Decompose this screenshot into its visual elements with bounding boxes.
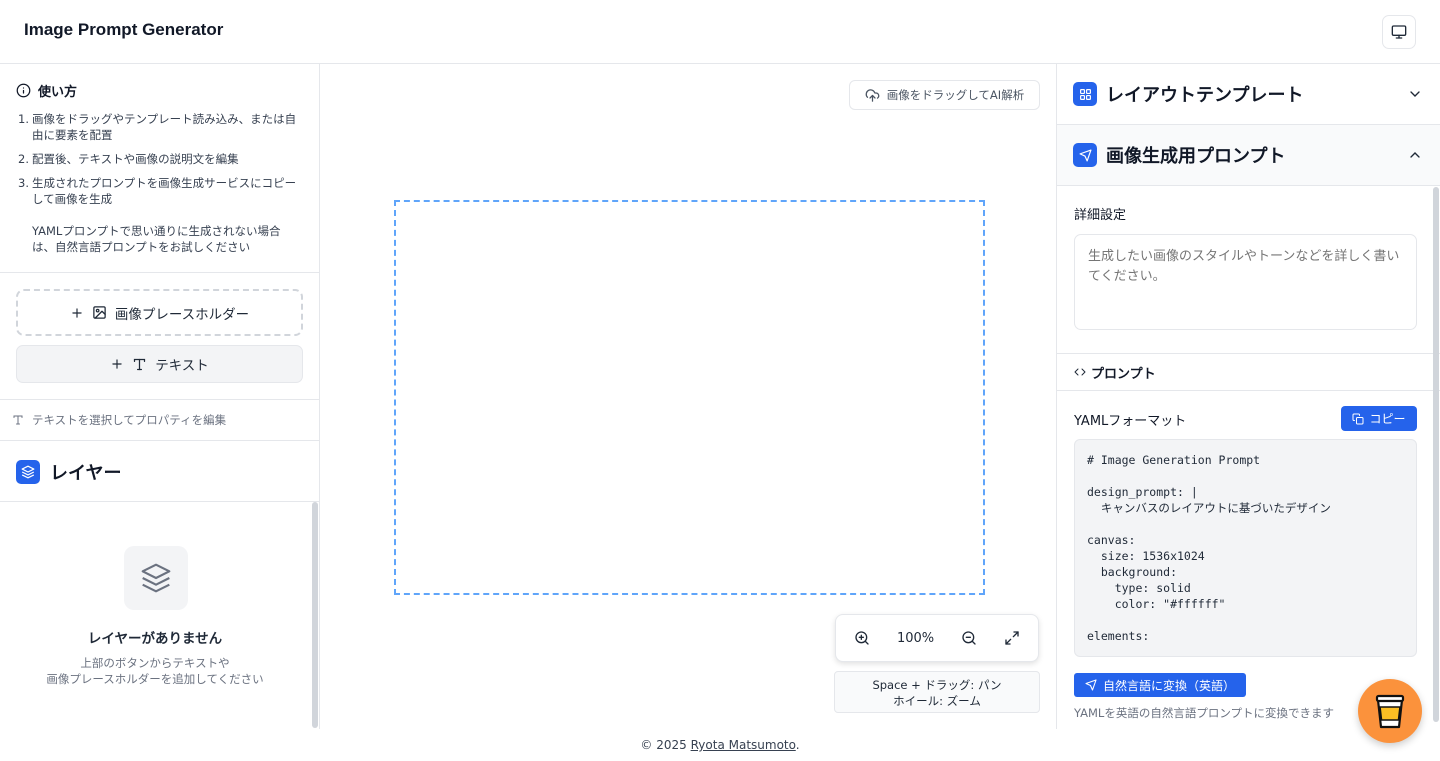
howto-step: 3. 生成されたプロンプトを画像生成サービスにコピーして画像を生成 (18, 175, 303, 207)
prompt-tab[interactable]: プロンプト (1057, 353, 1440, 391)
howto-section: 使い方 1. 画像をドラッグやテンプレート読み込み、または自由に要素を配置 2.… (0, 64, 319, 273)
app-title: Image Prompt Generator (24, 20, 224, 39)
canvas-help-zoom: ホイール: ズーム (893, 694, 981, 708)
howto-step-text: 生成されたプロンプトを画像生成サービスにコピーして画像を生成 (32, 176, 297, 206)
buy-me-coffee-button[interactable] (1358, 679, 1422, 743)
chevron-up-icon (1410, 152, 1420, 158)
add-image-placeholder-button[interactable]: 画像プレースホルダー (16, 289, 303, 336)
layout-template-header[interactable]: レイアウトテンプレート (1057, 64, 1440, 125)
convert-description: YAMLを英語の自然言語プロンプトに変換できます (1074, 706, 1334, 720)
left-sidebar: 使い方 1. 画像をドラッグやテンプレート読み込み、または自由に要素を配置 2.… (0, 64, 320, 729)
howto-step: 1. 画像をドラッグやテンプレート読み込み、または自由に要素を配置 (18, 111, 303, 143)
footer-copyright: © 2025 (640, 738, 687, 752)
design-canvas[interactable] (394, 200, 985, 595)
ai-analyze-button[interactable]: 画像をドラッグしてAI解析 (849, 80, 1040, 110)
prompt-section-header[interactable]: 画像生成用プロンプト (1057, 125, 1440, 186)
footer-suffix: . (795, 738, 800, 752)
zoom-in-icon[interactable] (854, 630, 870, 646)
type-icon (13, 415, 23, 425)
howto-note: YAMLプロンプトで思い通りに生成されない場合は、自然言語プロンプトをお試しくだ… (32, 224, 281, 254)
cloud-upload-icon (865, 88, 880, 102)
convert-natural-language-label: 自然言語に変換（英語） (1102, 678, 1235, 693)
layers-empty-icon (124, 546, 188, 610)
detail-settings-label: 詳細設定 (1074, 208, 1127, 223)
layout-template-title: レイアウトテンプレート (1106, 85, 1304, 106)
copy-button[interactable]: コピー (1341, 406, 1417, 431)
layers-scrollbar[interactable] (312, 502, 318, 728)
copy-icon (1352, 413, 1364, 424)
send-icon (1073, 143, 1097, 167)
layers-empty-desc-line: 上部のボタンからテキストや (80, 656, 230, 670)
prompt-tab-label: プロンプト (1091, 366, 1156, 382)
howto-step-text: 配置後、テキストや画像の説明文を編集 (32, 152, 239, 166)
code-icon (1074, 368, 1086, 376)
add-image-placeholder-label: 画像プレースホルダー (114, 306, 250, 323)
howto-step-text: 画像をドラッグやテンプレート読み込み、または自由に要素を配置 (32, 112, 297, 142)
app-header: Image Prompt Generator (0, 0, 1440, 64)
ai-analyze-label: 画像をドラッグしてAI解析 (886, 88, 1025, 102)
yaml-format-label: YAMLフォーマット (1074, 414, 1187, 429)
author-link[interactable]: Ryota Matsumoto (691, 738, 796, 752)
canvas-help: Space + ドラッグ: パン ホイール: ズーム (834, 671, 1040, 713)
monitor-icon (1391, 25, 1407, 39)
property-hint: テキストを選択してプロパティを編集 (0, 399, 319, 441)
howto-step-number: 1. (18, 112, 29, 126)
add-text-label: テキスト (155, 358, 209, 374)
chevron-down-icon (1410, 91, 1420, 97)
howto-step-number: 2. (18, 152, 29, 166)
layers-empty-description: 上部のボタンからテキストや 画像プレースホルダーを追加してください (0, 655, 310, 687)
howto-title-text: 使い方 (38, 85, 78, 100)
right-panel-scrollbar[interactable] (1433, 187, 1439, 722)
right-panel: レイアウトテンプレート 画像生成用プロンプト 詳細設定 プロンプト YAMLフォ… (1056, 64, 1440, 729)
yaml-prompt-box[interactable]: # Image Generation Prompt design_prompt:… (1074, 439, 1417, 657)
zoom-controls: 100% (835, 614, 1039, 662)
howto-step: 2. 配置後、テキストや画像の説明文を編集 (18, 151, 303, 167)
grid-icon (1073, 82, 1097, 106)
layers-title-text: レイヤー (50, 463, 122, 484)
info-icon (16, 83, 31, 98)
plus-icon (72, 307, 82, 318)
howto-steps: 1. 画像をドラッグやテンプレート読み込み、または自由に要素を配置 2. 配置後… (18, 111, 303, 215)
property-hint-text: テキストを選択してプロパティを編集 (32, 413, 227, 427)
layers-empty-desc-line: 画像プレースホルダーを追加してください (46, 672, 264, 686)
zoom-level: 100% (896, 630, 935, 646)
layers-header: レイヤー (0, 441, 319, 502)
add-text-button[interactable]: テキスト (16, 345, 303, 383)
image-icon (93, 306, 106, 319)
type-icon (134, 358, 146, 370)
layers-title: レイヤー (16, 459, 121, 485)
send-icon (1085, 679, 1097, 691)
layers-empty-title: レイヤーがありません (87, 631, 223, 647)
fit-screen-icon[interactable] (1004, 630, 1020, 646)
layers-icon (16, 460, 40, 484)
zoom-out-icon[interactable] (961, 630, 977, 646)
howto-step-number: 3. (18, 176, 29, 190)
plus-icon (112, 359, 122, 369)
copy-button-label: コピー (1369, 412, 1406, 426)
convert-natural-language-button[interactable]: 自然言語に変換（英語） (1074, 673, 1246, 697)
howto-title: 使い方 (16, 81, 77, 100)
detail-settings-input[interactable] (1074, 234, 1417, 330)
footer: © 2025 Ryota Matsumoto. (0, 729, 1440, 761)
layers-empty-state: レイヤーがありません 上部のボタンからテキストや 画像プレースホルダーを追加して… (0, 502, 310, 729)
canvas-help-pan: Space + ドラッグ: パン (872, 678, 1002, 692)
display-mode-button[interactable] (1382, 15, 1416, 49)
prompt-section-title: 画像生成用プロンプト (1106, 146, 1286, 167)
coffee-cup-icon (1375, 694, 1405, 729)
yaml-prompt-code: # Image Generation Prompt design_prompt:… (1087, 453, 1331, 643)
